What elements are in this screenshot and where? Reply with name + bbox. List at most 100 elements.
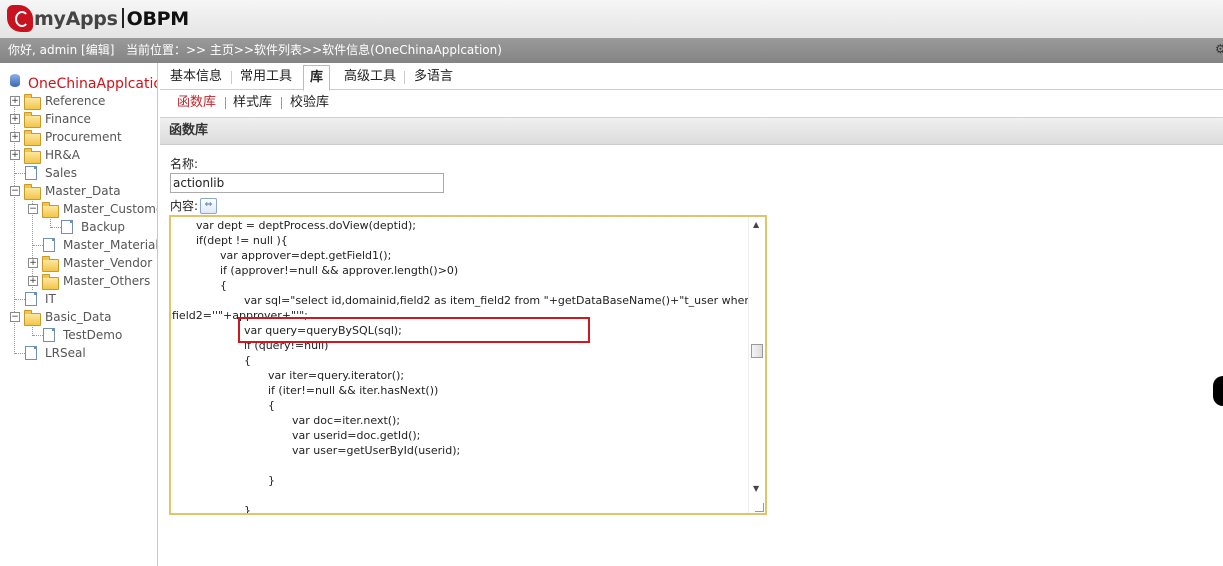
folder-icon [24,94,41,110]
code-line: var user=getUserById(userid); [292,444,461,457]
tree-item-sales[interactable]: Sales [45,164,77,182]
tree-item-backup[interactable]: Backup [81,218,125,236]
tree-connector [51,227,61,228]
greeting-bar: 你好, admin [编辑] 当前位置：>> 主页>>软件列表>>软件信息(On… [0,38,1223,63]
expand-editor-icon[interactable]: ⇔ [200,198,217,214]
tab-advanced-tools[interactable]: 高级工具 [344,65,396,89]
code-line: if (approver!=null && approver.length()>… [220,264,459,277]
database-icon [10,74,20,87]
collapse-icon[interactable]: − [10,312,20,322]
expand-icon[interactable]: + [28,276,38,286]
document-icon [25,346,37,360]
code-line: if (iter!=null && iter.hasNext()) [268,384,439,397]
editor-scrollbar[interactable]: ▲ ▼ [748,217,765,513]
tree-item-hra[interactable]: HR&A [45,146,80,164]
folder-icon [42,256,59,272]
subtab-validation-library[interactable]: 校验库 [290,90,329,116]
tree-item-master-data[interactable]: Master_Data [45,182,121,200]
tab-library[interactable]: 库 [303,65,331,91]
folder-open-icon [24,184,41,200]
scroll-thumb[interactable] [751,344,763,358]
tree-item-finance[interactable]: Finance [45,110,91,128]
expand-icon[interactable]: + [10,114,20,124]
code-line: } [244,504,251,513]
code-line: } [268,474,275,487]
panel-header: 函数库 [160,117,1223,145]
annotation-highlight-box [238,317,590,343]
code-editor[interactable]: var dept = deptProcess.doView(deptid); i… [169,215,767,515]
resize-handle-icon[interactable] [755,503,764,512]
logo-icon [7,5,33,32]
code-line: if(dept != null ){ [196,234,288,247]
code-area[interactable]: var dept = deptProcess.doView(deptid); i… [171,217,751,513]
code-line: var doc=iter.next(); [292,414,401,427]
tree-connector [15,173,25,174]
tree-connector [15,299,25,300]
code-line: var dept = deptProcess.doView(deptid); [196,219,416,232]
code-line: var userid=doc.getId(); [292,429,421,442]
tab-divider [231,71,232,84]
tree-item-it[interactable]: IT [45,290,56,308]
tree-item-master-others[interactable]: Master_Others [63,272,150,290]
scroll-down-icon[interactable]: ▼ [753,484,759,493]
name-label: 名称: [170,157,199,171]
edge-graphic [1213,376,1223,406]
logo-product: OBPM [126,8,190,30]
main-tabs: 基本信息 常用工具 库 高级工具 多语言 [160,65,1223,91]
settings-icon[interactable]: ⚙ [1215,42,1223,58]
tree-item-basic-data[interactable]: Basic_Data [45,308,111,326]
tree-item-master-vendor[interactable]: Master_Vendor [63,254,152,272]
folder-open-icon [24,310,41,326]
breadcrumb: 当前位置：>> 主页>>软件列表>>软件信息(OneChinaApplcatio… [126,43,502,57]
collapse-icon[interactable]: − [28,204,38,214]
code-line: { [220,279,227,292]
logo: myApps OBPM [34,8,189,30]
subtab-divider [225,97,226,109]
greeting-text[interactable]: 你好, admin [编辑] [8,38,114,63]
content-label: 内容: [170,199,199,213]
tree-connector [33,245,43,246]
folder-icon [24,148,41,164]
tree-item-reference[interactable]: Reference [45,92,105,110]
subtab-style-library[interactable]: 样式库 [233,90,272,116]
name-input[interactable]: actionlib [170,173,444,193]
logo-brand: myApps [34,8,118,30]
expand-icon[interactable]: + [10,132,20,142]
sidebar-tree: OneChinaApplcation + Reference + Finance… [0,63,158,566]
tab-multilanguage[interactable]: 多语言 [414,65,453,89]
document-icon [61,220,73,234]
tree-item-master-material[interactable]: Master_Material [63,236,157,254]
document-icon [25,292,37,306]
folder-open-icon [42,202,59,218]
folder-icon [42,274,59,290]
tree-item-master-customer[interactable]: Master_Customer [63,200,157,218]
scroll-up-icon[interactable]: ▲ [753,220,759,229]
tree-connector [33,335,43,336]
tab-divider [404,71,405,84]
expand-icon[interactable]: + [10,150,20,160]
top-header: myApps OBPM [0,0,1223,38]
tree-connector [15,353,25,354]
code-line: var iter=query.iterator(); [268,369,405,382]
expand-icon[interactable]: + [28,258,38,268]
tree-item-procurement[interactable]: Procurement [45,128,122,146]
tab-common-tools[interactable]: 常用工具 [240,65,292,89]
tree-root[interactable]: OneChinaApplcation [28,75,157,93]
collapse-icon[interactable]: − [10,186,20,196]
subtab-function-library[interactable]: 函数库 [177,90,216,116]
code-line: var approver=dept.getField1(); [220,249,392,262]
code-line: { [268,399,275,412]
subtab-divider [281,97,282,109]
code-line: var sql="select id,domainid,field2 as it… [244,294,751,307]
folder-icon [24,130,41,146]
panel-title: 函数库 [169,123,209,138]
document-icon [43,328,55,342]
tree-item-testdemo[interactable]: TestDemo [63,326,122,344]
document-icon [25,166,37,180]
tab-basic-info[interactable]: 基本信息 [170,65,222,89]
tree-item-lrseal[interactable]: LRSeal [45,344,86,362]
expand-icon[interactable]: + [10,96,20,106]
document-icon [43,238,55,252]
folder-icon [24,112,41,128]
code-line: { [244,354,251,367]
